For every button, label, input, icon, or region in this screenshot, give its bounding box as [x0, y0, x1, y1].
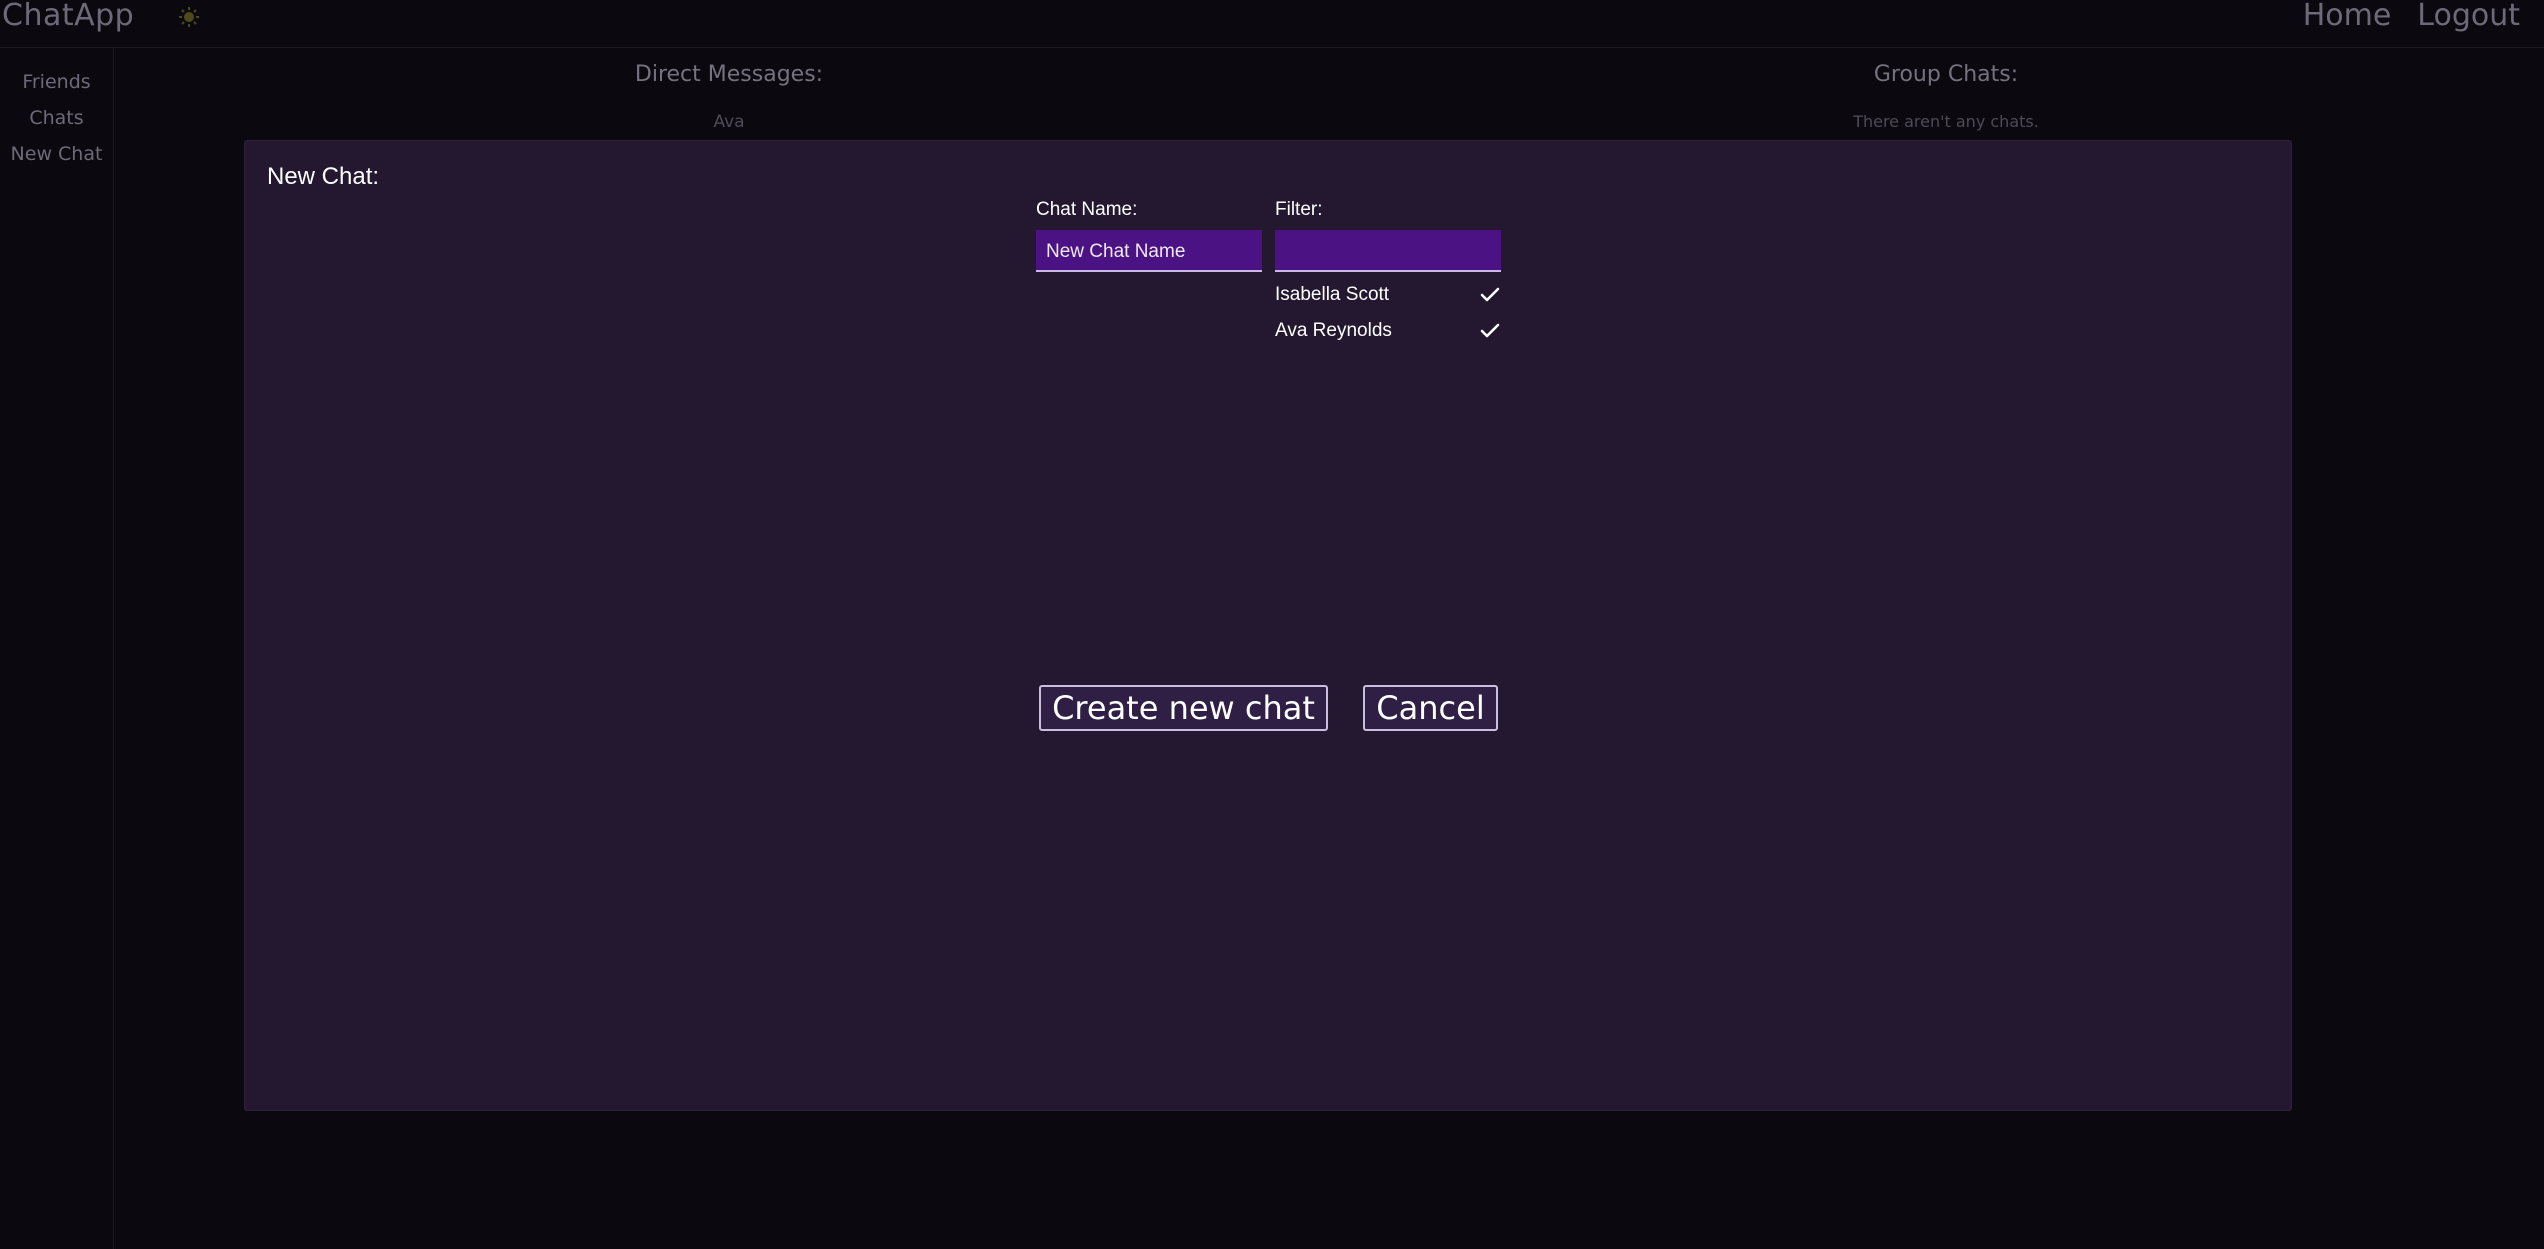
friend-select-list: Isabella Scott Ava Reynolds: [1275, 277, 1501, 349]
top-bar: ChatApp Home Logout: [0, 0, 2544, 48]
group-chats-title: Group Chats:: [1873, 62, 2019, 87]
sidebar: Friends Chats New Chat: [0, 48, 114, 1249]
filter-input[interactable]: [1275, 230, 1501, 272]
friend-name: Ava Reynolds: [1275, 320, 1392, 341]
app-title: ChatApp: [2, 0, 135, 33]
create-new-chat-button[interactable]: Create new chat: [1039, 685, 1328, 731]
friend-option[interactable]: Ava Reynolds: [1275, 313, 1501, 349]
sidebar-item-new-chat[interactable]: New Chat: [0, 136, 113, 172]
logout-link[interactable]: Logout: [2417, 0, 2520, 32]
direct-messages-title: Direct Messages:: [634, 62, 824, 87]
check-icon: [1479, 284, 1501, 306]
sidebar-item-chats[interactable]: Chats: [0, 100, 113, 136]
cancel-button[interactable]: Cancel: [1363, 685, 1498, 731]
modal-title: New Chat:: [267, 163, 380, 190]
friend-option[interactable]: Isabella Scott: [1275, 277, 1501, 313]
new-chat-modal: New Chat: Chat Name: Filter: Isabella Sc…: [244, 140, 2292, 1111]
chat-name-input[interactable]: [1036, 230, 1262, 272]
top-nav: Home Logout: [2303, 0, 2520, 32]
direct-message-item[interactable]: Ava: [529, 112, 929, 132]
filter-label: Filter:: [1275, 199, 1323, 220]
sidebar-item-friends[interactable]: Friends: [0, 64, 113, 100]
chat-name-label: Chat Name:: [1036, 199, 1138, 220]
check-icon: [1479, 320, 1501, 342]
sun-icon[interactable]: [178, 6, 200, 28]
group-chats-empty-text: There aren't any chats.: [1853, 112, 2039, 131]
friend-name: Isabella Scott: [1275, 284, 1390, 305]
home-link[interactable]: Home: [2303, 0, 2392, 32]
